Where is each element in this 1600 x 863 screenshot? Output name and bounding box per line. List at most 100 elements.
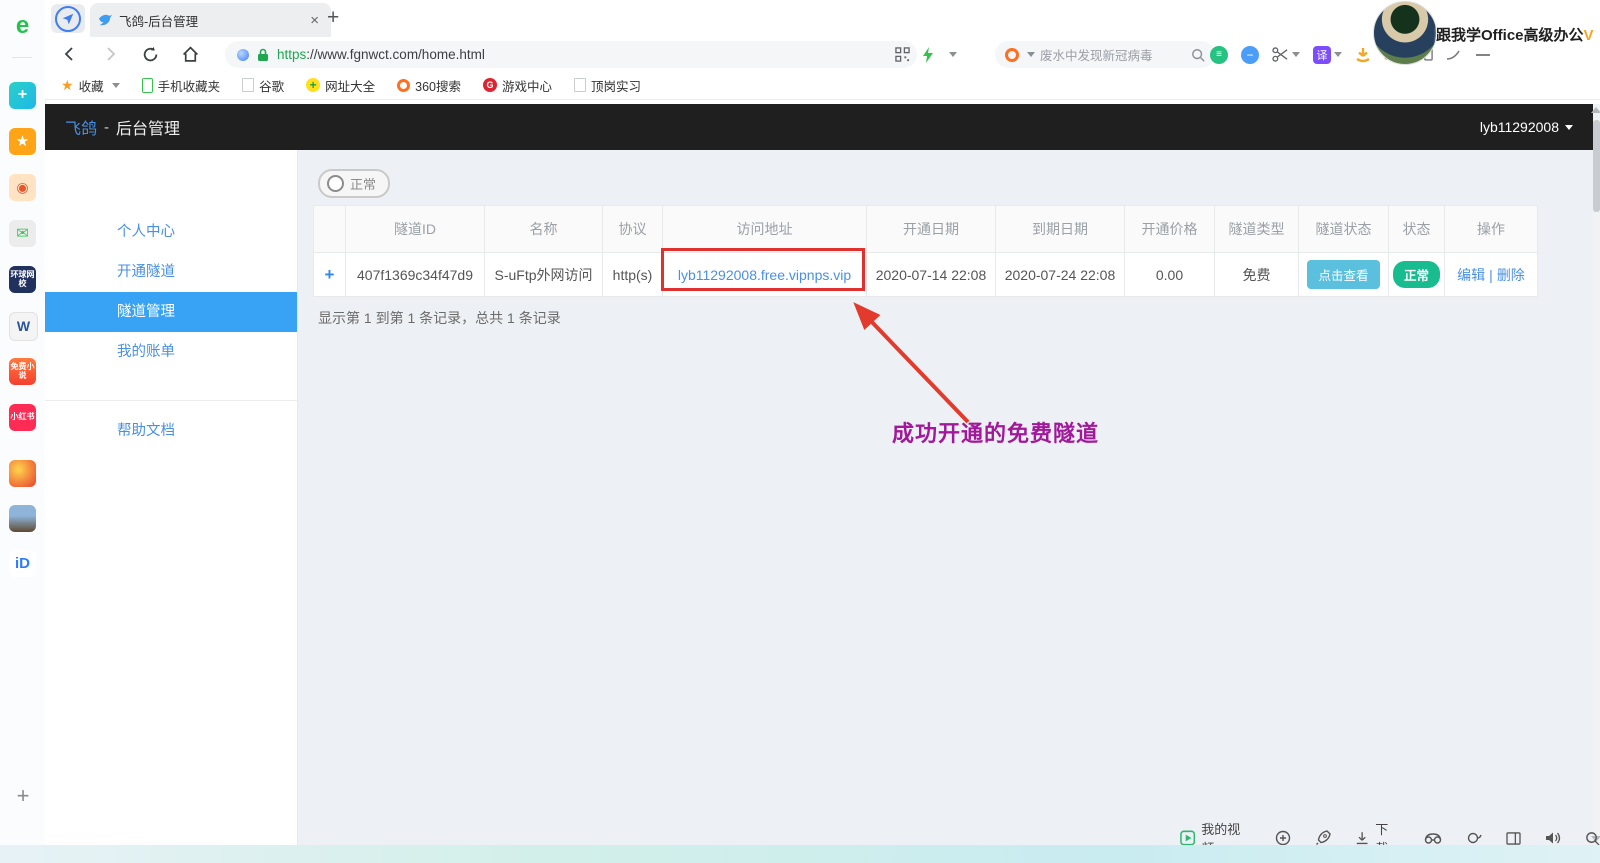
site-header: 飞鸽 - 后台管理 lyb11292008 [45,104,1593,150]
bookmark-label: 360搜索 [415,79,461,94]
avatar [1373,1,1437,65]
split-window-button[interactable] [1506,831,1521,845]
page-title: 后台管理 [116,121,181,138]
ticket-grabber-button[interactable] [1424,832,1442,845]
favorites-caret-icon[interactable] [111,82,120,88]
cell-name: S-uFtp外网访问 [484,252,603,297]
bookmark-mobile-favorites[interactable]: 手机收藏夹 [141,76,221,95]
game-center-icon: G [482,78,497,92]
video-watermark: 跟我学Office高级办公V [1368,0,1600,66]
bookmark-label: 手机收藏夹 [157,79,221,94]
edit-link[interactable]: 编辑 [1457,267,1485,283]
app-dock: e + ★ ◉ ✉ 环球网校 W 免费小说 小红书 iD + [0,0,46,863]
qr-code-icon[interactable] [895,47,910,62]
bookmark-site-directory[interactable]: + 网址大全 [306,76,375,95]
translate-caret-icon[interactable] [1334,52,1342,57]
tunnel-table: 隧道ID 名称 协议 访问地址 开通日期 到期日期 开通价格 隧道类型 隧道状态… [313,205,1538,297]
col-status: 状态 [1388,205,1445,253]
cell-open-date: 2020-07-14 22:08 [866,252,996,297]
search-engine-icon[interactable] [1005,47,1019,62]
status-filter-chip[interactable]: 正常 [318,169,391,198]
sidebar-item-help-docs[interactable]: 帮助文档 [45,411,297,451]
col-actions: 操作 [1444,205,1538,253]
scroll-up-icon[interactable] [1591,107,1600,113]
id-app-icon[interactable]: iD [9,550,36,577]
watermark-text: 跟我学Office高级办公V [1436,24,1594,45]
sidebar-item-my-bills[interactable]: 我的账单 [45,332,297,372]
col-tunnel-status: 隧道状态 [1298,205,1389,253]
sidebar: 个人中心 开通隧道 隧道管理 我的账单 帮助文档 [45,150,298,845]
sidebar-divider [45,400,297,401]
access-url-link[interactable]: lyb11292008.free.vipnps.vip [678,267,851,283]
address-bar[interactable]: https://www.fgnwct.com/home.html [225,41,917,68]
search-icon[interactable] [1191,48,1205,62]
game-battleground-icon[interactable] [9,505,36,532]
search-box[interactable]: 废水中发现新冠病毒 [995,41,1215,68]
bookmark-favorites[interactable]: ★ 收藏 [61,76,120,95]
search-engine-caret-icon[interactable] [1027,52,1035,57]
page-search-button[interactable] [1585,831,1600,846]
tab-close-icon[interactable]: × [306,12,323,29]
user-menu[interactable]: lyb11292008 [1480,119,1573,135]
user-caret-icon [1565,124,1573,130]
site-icon [237,48,249,61]
new-tab-button[interactable]: + [327,6,339,30]
expand-row-button[interactable]: + [325,265,335,284]
back-button[interactable] [57,42,83,66]
free-novel-icon[interactable]: 免费小说 [9,358,36,385]
watermark-name: 跟我学Office高级办公 [1436,27,1584,44]
sidebar-item-personal-center[interactable]: 个人中心 [45,212,297,252]
screen: { "colors": { "brand_blue": "#4a90e2", "… [0,0,1600,863]
huanqiu-wangxiao-icon[interactable]: 环球网校 [9,266,36,293]
annotation-text: 成功开通的免费隧道 [892,421,1100,446]
scissors-caret-icon[interactable] [1292,52,1300,57]
favorites-star-icon[interactable]: ★ [9,128,36,155]
reader-extension-icon[interactable]: ≡ [1210,45,1228,64]
weibo-icon[interactable]: ◉ [9,174,36,201]
word-doc-icon[interactable]: W [9,312,38,341]
col-expand [313,205,346,253]
col-expire-date: 到期日期 [995,205,1125,253]
browser-logo-icon[interactable]: e [9,12,36,39]
boost-rocket-button[interactable] [1315,830,1331,846]
refresh-button[interactable] [137,42,163,66]
view-tunnel-status-button[interactable]: 点击查看 [1307,260,1380,289]
dock-add-button[interactable]: + [11,785,35,809]
adblock-extension-icon[interactable]: − [1241,45,1259,64]
translate-extension-icon[interactable]: 译 [1313,45,1342,64]
watermark-suffix: V [1583,27,1594,44]
radio-icon [327,175,344,192]
forward-button[interactable] [97,42,123,66]
mail-icon[interactable]: ✉ [9,220,36,247]
plus-ball-icon: + [306,78,321,92]
game-monkey-icon[interactable] [9,460,36,487]
bookmark-360-search[interactable]: 360搜索 [397,76,461,95]
translate-glyph: 译 [1313,45,1331,64]
site-brand[interactable]: 飞鸽 [65,115,97,139]
xiaohongshu-icon[interactable]: 小红书 [9,404,36,431]
health-app-icon[interactable]: + [9,82,36,109]
vertical-scrollbar[interactable] [1591,104,1600,845]
volume-button[interactable] [1545,831,1561,845]
bookmark-label: 顶岗实习 [591,79,642,94]
bookmark-internship[interactable]: 顶岗实习 [574,76,641,95]
lightning-icon[interactable] [922,46,934,63]
browser-tab[interactable]: 飞鸽-后台管理 × [90,3,331,37]
home-button[interactable] [177,42,203,66]
sidebar-item-tunnel-management[interactable]: 隧道管理 [45,292,297,332]
chip-label: 正常 [350,177,377,192]
chevron-down-icon[interactable] [949,52,957,57]
bookmark-google[interactable]: 谷歌 [242,76,284,95]
cleaner-button[interactable] [1466,831,1482,845]
screenshot-scissors-icon[interactable] [1272,47,1300,62]
speedup-button[interactable] [1275,830,1291,846]
col-tunnel-type: 隧道类型 [1214,205,1299,253]
scrollbar-thumb[interactable] [1593,120,1600,212]
col-protocol: 协议 [602,205,663,253]
bookmark-game-center[interactable]: G 游戏中心 [482,76,552,95]
delete-link[interactable]: 删除 [1497,267,1525,283]
sidebar-item-open-tunnel[interactable]: 开通隧道 [45,252,297,292]
cell-tunnel-id: 407f1369c34f47d9 [345,252,485,297]
paper-plane-button[interactable] [51,4,85,33]
status-badge: 正常 [1392,261,1440,288]
